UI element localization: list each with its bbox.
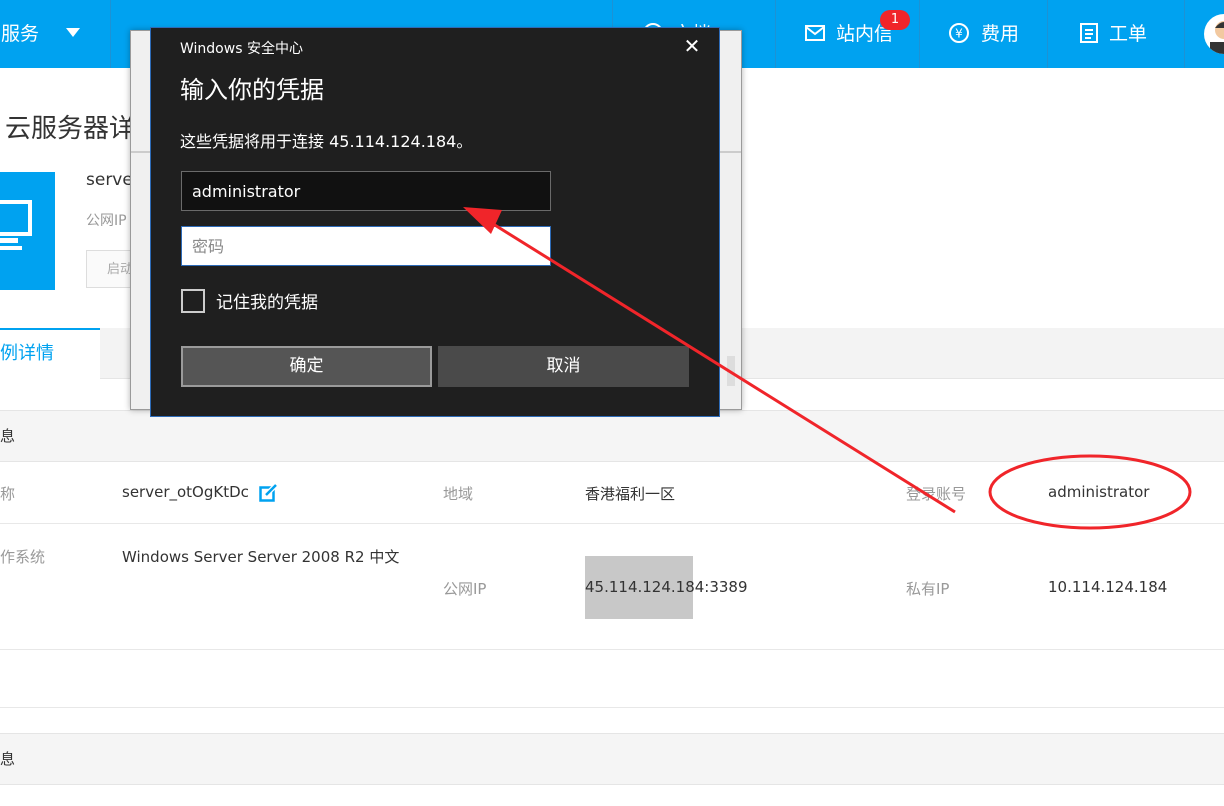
window-scroll-stub [727, 356, 735, 386]
region-value: 香港福利一区 [585, 485, 676, 503]
section-title: 息 [0, 427, 16, 445]
public-ip-field-label: 公网IP [443, 580, 487, 598]
os-value: Windows Server Server 2008 R2 中文 [122, 548, 400, 566]
server-name: serve [86, 170, 133, 190]
password-input[interactable] [181, 226, 551, 266]
messages-badge: 1 [880, 10, 910, 30]
username-input[interactable] [181, 171, 551, 211]
dialog-heading: 输入你的凭据 [180, 76, 324, 104]
billing-label: 费用 [981, 23, 1020, 45]
ticket-link[interactable]: 工单 [1109, 0, 1147, 68]
svg-text:¥: ¥ [955, 27, 963, 41]
chevron-down-icon[interactable] [66, 28, 80, 38]
row-divider [0, 707, 1224, 708]
ok-button[interactable]: 确定 [181, 346, 432, 387]
service-menu-label: 云服务 [0, 23, 40, 45]
nav-divider [1184, 0, 1185, 68]
mail-icon[interactable] [804, 22, 826, 44]
nav-divider [1047, 0, 1048, 68]
remember-checkbox[interactable] [181, 289, 205, 313]
billing-link[interactable]: 费用 [981, 0, 1019, 68]
public-ip-value: 45.114.124.184:3389 [585, 578, 748, 596]
nav-divider [775, 0, 776, 68]
server-name-value: server_otOgKtDc [122, 483, 249, 501]
user-avatar[interactable] [1204, 14, 1224, 54]
server-thumbnail [0, 172, 55, 290]
cancel-button[interactable]: 取消 [438, 346, 689, 387]
row-divider [0, 649, 1224, 650]
ticket-label: 工单 [1109, 23, 1148, 45]
row-divider [0, 523, 1224, 524]
section-header: 息 [0, 733, 1224, 785]
tab-instance-details[interactable]: 例详情 [0, 328, 100, 379]
nav-divider [919, 0, 920, 68]
section-title: 息 [0, 750, 16, 768]
yen-icon[interactable]: ¥ [948, 22, 970, 44]
private-ip-label: 私有IP [906, 580, 950, 598]
nav-divider [110, 0, 111, 68]
monitor-icon [0, 200, 32, 250]
region-label: 地域 [443, 485, 474, 503]
edit-icon[interactable] [259, 484, 278, 503]
avatar-icon [1210, 21, 1224, 54]
row-label: 称 [0, 485, 16, 503]
service-menu[interactable]: 云服务 [0, 0, 39, 68]
login-account-value: administrator [1048, 483, 1150, 501]
dialog-title: Windows 安全中心 [180, 41, 303, 57]
remember-label: 记住我的凭据 [216, 293, 318, 313]
page-title: 云服务器详 [5, 114, 136, 144]
private-ip-value: 10.114.124.184 [1048, 578, 1168, 596]
dialog-description: 这些凭据将用于连接 45.114.124.184。 [180, 132, 473, 151]
ticket-icon[interactable] [1078, 22, 1100, 44]
login-account-label: 登录账号 [906, 485, 967, 503]
close-icon[interactable]: ✕ [680, 34, 704, 58]
public-ip-label: 公网IP [86, 213, 127, 229]
os-label: 作系统 [0, 548, 46, 566]
section-header: 息 [0, 410, 1224, 462]
